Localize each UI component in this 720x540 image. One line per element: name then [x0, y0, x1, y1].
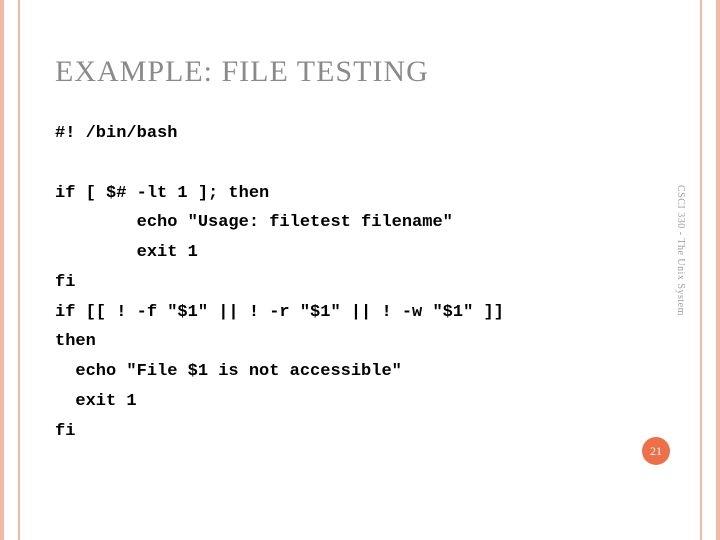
course-side-label: CSCI 330 - The Unix System: [675, 185, 686, 316]
code-block: #! /bin/bash if [ $# -lt 1 ]; then echo …: [55, 119, 650, 446]
page-number-badge: 21: [642, 437, 670, 465]
slide-content: EXAMPLE: FILE TESTING #! /bin/bash if [ …: [0, 0, 720, 540]
slide-title: EXAMPLE: FILE TESTING: [55, 55, 650, 89]
page-number: 21: [650, 444, 662, 459]
